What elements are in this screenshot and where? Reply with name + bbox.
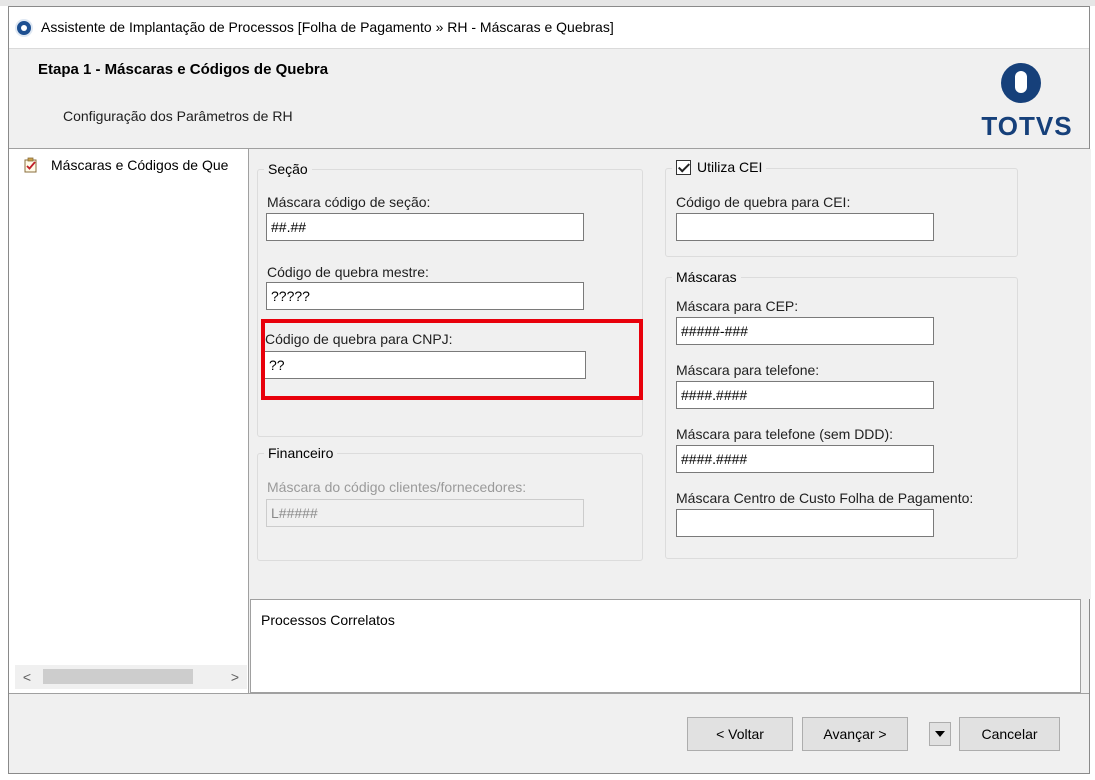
tree-item-label: Máscaras e Códigos de Que — [51, 157, 229, 173]
dropdown-arrow-icon[interactable] — [929, 722, 951, 746]
main-content: Seção Máscara código de seção: Código de… — [250, 149, 1091, 599]
utiliza-cei-label: Utiliza CEI — [697, 159, 763, 175]
scroll-right-icon[interactable]: > — [223, 665, 247, 689]
cep-input[interactable] — [676, 317, 934, 345]
related-processes-panel: Processos Correlatos — [250, 599, 1081, 693]
quebra-mestre-label: Código de quebra mestre: — [267, 264, 429, 280]
quebra-cei-label: Código de quebra para CEI: — [676, 194, 851, 210]
utiliza-cei-checkbox[interactable] — [676, 159, 691, 175]
centro-custo-input[interactable] — [676, 509, 934, 537]
mascaras-legend: Máscaras — [676, 269, 737, 285]
totvs-logo: TOTVS — [974, 63, 1080, 143]
scroll-thumb[interactable] — [43, 669, 193, 684]
telefone-sem-ddd-label: Máscara para telefone (sem DDD): — [676, 426, 894, 442]
horizontal-scrollbar[interactable]: < > — [15, 665, 247, 689]
cei-legend: Utiliza CEI — [672, 159, 766, 178]
telefone-input[interactable] — [676, 381, 934, 409]
footer-bar: < Voltar Avançar > Cancelar — [9, 693, 1089, 773]
quebra-mestre-input[interactable] — [266, 282, 584, 310]
mascara-clientes-input — [266, 499, 584, 527]
scroll-left-icon[interactable]: < — [15, 665, 39, 689]
wizard-window: Assistente de Implantação de Processos [… — [8, 6, 1091, 774]
quebra-cei-input[interactable] — [676, 213, 934, 241]
telefone-label: Máscara para telefone: — [676, 362, 820, 378]
app-icon — [15, 19, 33, 37]
secao-legend: Seção — [268, 161, 308, 177]
totvs-logo-icon — [1001, 63, 1041, 103]
next-button[interactable]: Avançar > — [802, 717, 908, 751]
quebra-cnpj-label: Código de quebra para CNPJ: — [265, 331, 453, 347]
title-bar: Assistente de Implantação de Processos [… — [9, 7, 1089, 49]
cep-label: Máscara para CEP: — [676, 298, 799, 314]
window-title: Assistente de Implantação de Processos [… — [41, 19, 614, 35]
back-button[interactable]: < Voltar — [687, 717, 793, 751]
related-processes-label: Processos Correlatos — [261, 612, 395, 628]
step-subtitle: Configuração dos Parâmetros de RH — [63, 108, 293, 124]
mascara-clientes-label: Máscara do código clientes/fornecedores: — [267, 479, 527, 495]
centro-custo-label: Máscara Centro de Custo Folha de Pagamen… — [676, 490, 974, 506]
tree-item-mascaras[interactable]: Máscaras e Códigos de Que — [15, 155, 249, 177]
telefone-sem-ddd-input[interactable] — [676, 445, 934, 473]
wizard-header: Etapa 1 - Máscaras e Códigos de Quebra C… — [9, 49, 1089, 149]
mascara-secao-label: Máscara código de seção: — [267, 194, 431, 210]
logo-text: TOTVS — [981, 111, 1073, 141]
checklist-icon — [24, 157, 37, 173]
mascara-secao-input[interactable] — [266, 213, 584, 241]
cancel-button[interactable]: Cancelar — [959, 717, 1060, 751]
steps-tree-panel: Máscaras e Códigos de Que < > — [9, 149, 249, 693]
quebra-cnpj-input[interactable] — [264, 351, 586, 379]
step-title: Etapa 1 - Máscaras e Códigos de Quebra — [38, 61, 329, 78]
financeiro-legend: Financeiro — [268, 445, 334, 461]
